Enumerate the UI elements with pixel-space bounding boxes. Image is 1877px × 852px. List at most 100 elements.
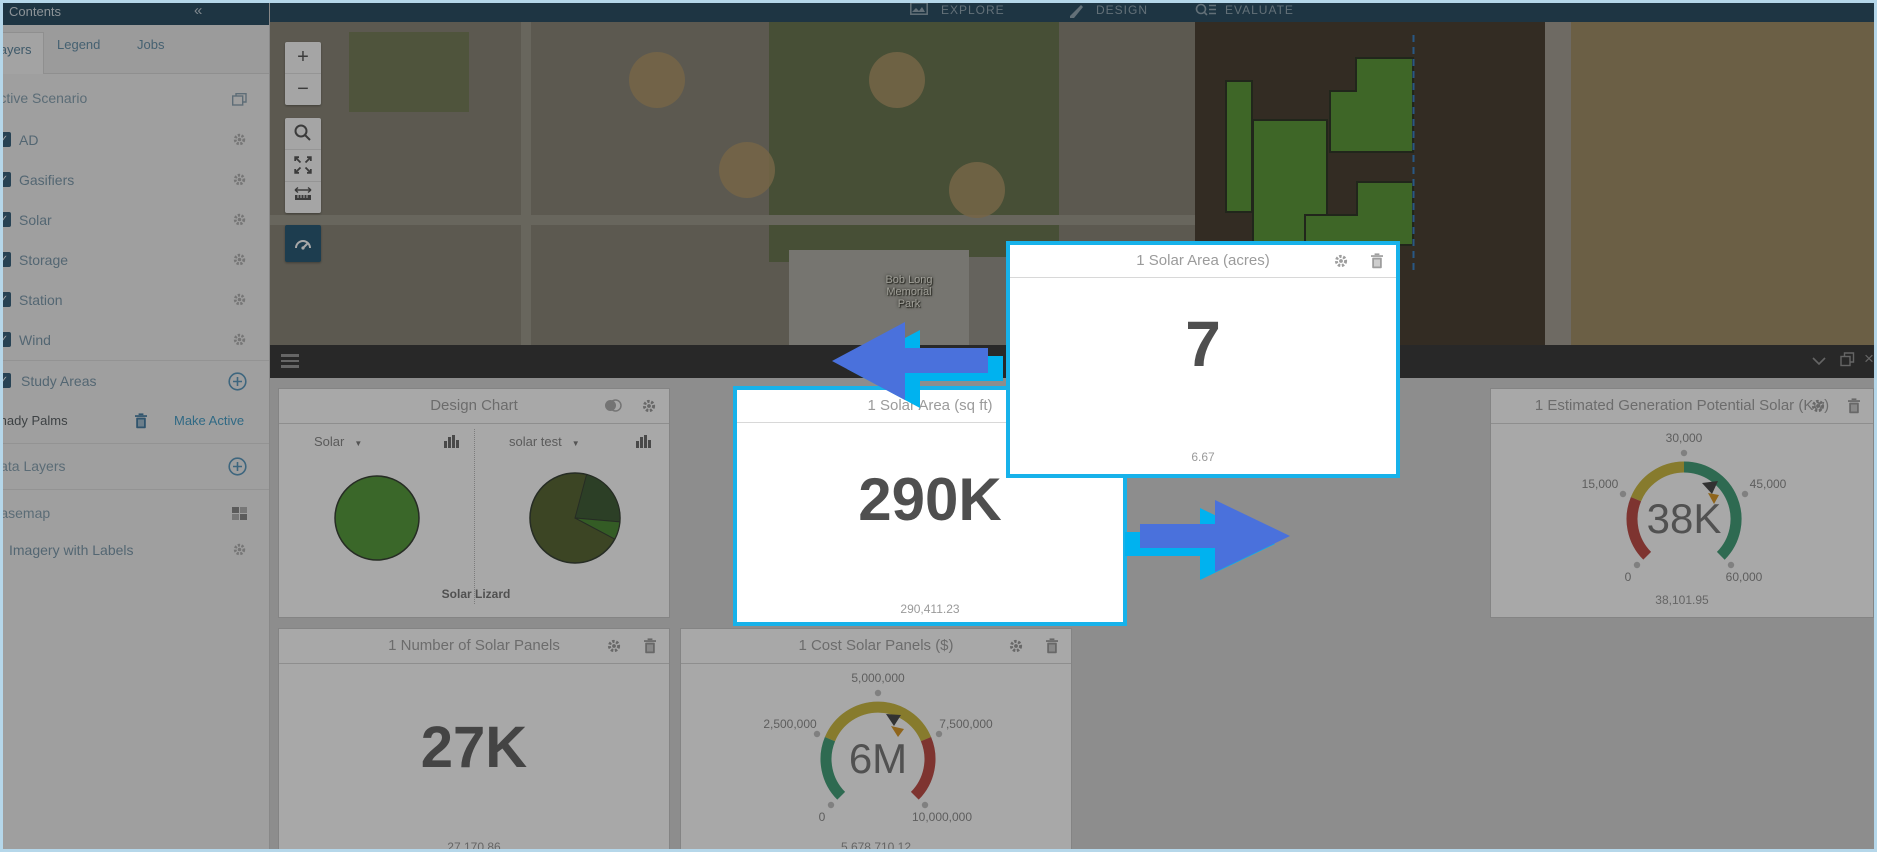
- gauge-cost: 0 2,500,000 5,000,000 7,500,000 10,000,0…: [681, 665, 1071, 825]
- make-active-link[interactable]: Make Active: [174, 411, 244, 431]
- scenario-name: Shady Palms: [0, 411, 68, 431]
- gear-icon[interactable]: [232, 212, 247, 232]
- add-study-area-button[interactable]: [228, 372, 247, 396]
- close-dashboard-button[interactable]: ×: [1864, 349, 1874, 369]
- layer-checkbox[interactable]: ✓: [0, 132, 11, 147]
- basemap-gallery-icon[interactable]: [232, 506, 248, 526]
- card-design-chart: Design Chart Solar▼ solar test▼ Solar Li…: [278, 388, 670, 618]
- measure-button[interactable]: [285, 181, 321, 213]
- pie-solar: [335, 476, 419, 560]
- bar-chart-icon[interactable]: [636, 435, 651, 453]
- trash-icon[interactable]: [643, 638, 657, 659]
- layer-checkbox[interactable]: ✓: [0, 332, 11, 347]
- panel-title: Contents: [9, 4, 61, 19]
- layer-row-wind[interactable]: ✓ Wind: [0, 330, 269, 350]
- menu-design[interactable]: DESIGN: [1096, 3, 1148, 17]
- layer-checkbox[interactable]: ✓: [0, 373, 11, 388]
- trash-icon[interactable]: [134, 413, 148, 435]
- close-icon: ×: [1864, 349, 1874, 368]
- chevron-down-icon: ▼: [354, 439, 362, 448]
- gear-icon[interactable]: [232, 132, 247, 152]
- svg-text:60,000: 60,000: [1726, 570, 1763, 584]
- tab-layers[interactable]: Layers: [0, 32, 44, 74]
- layer-checkbox[interactable]: ✓: [0, 252, 11, 267]
- map-green-patch: [349, 32, 469, 112]
- active-scenario-header: Active Scenario: [0, 88, 269, 108]
- tab-legend[interactable]: Legend: [57, 37, 100, 52]
- add-data-layer-button[interactable]: [228, 457, 247, 481]
- card-detail-value: 6.67: [1010, 450, 1396, 464]
- chevron-down-icon: ▼: [572, 439, 580, 448]
- svg-text:10,000,000: 10,000,000: [912, 810, 972, 824]
- layer-checkbox[interactable]: ✓: [0, 292, 11, 307]
- contents-tabbar: Layers Legend Jobs: [0, 25, 269, 74]
- chevron-down-icon: [1812, 357, 1826, 366]
- zoom-out-button[interactable]: −: [285, 73, 321, 105]
- collapse-panel-icon[interactable]: «: [194, 2, 202, 19]
- restore-icon: [1840, 352, 1855, 367]
- layer-checkbox[interactable]: ✓: [0, 172, 11, 187]
- gear-icon[interactable]: [232, 252, 247, 272]
- gear-icon[interactable]: [1810, 398, 1826, 419]
- gear-icon[interactable]: [232, 292, 247, 312]
- gauge-needle: [1702, 481, 1718, 494]
- gear-icon[interactable]: [232, 332, 247, 352]
- gear-icon[interactable]: [232, 172, 247, 192]
- trash-icon[interactable]: [1045, 638, 1059, 659]
- select-value: solar test: [509, 434, 562, 449]
- map-toolbox: [285, 118, 321, 213]
- section-label: Data Layers: [0, 456, 65, 476]
- card-panel-count: 1 Number of Solar Panels 27K 27,170.86: [278, 628, 670, 852]
- basemap-name: Imagery with Labels: [9, 540, 134, 560]
- card-panel-cost: 1 Cost Solar Panels ($) 0 2,500,000 5,00…: [680, 628, 1072, 852]
- card-title: 1 Solar Area (acres): [1136, 245, 1269, 277]
- menu-explore[interactable]: EXPLORE: [941, 3, 1005, 17]
- dashboard-menu-button[interactable]: [281, 354, 299, 371]
- chart-type-icon[interactable]: [604, 398, 622, 418]
- restore-dashboard-button[interactable]: [1840, 352, 1855, 372]
- layer-label: AD: [19, 130, 38, 150]
- gear-icon[interactable]: [606, 638, 622, 659]
- tab-jobs[interactable]: Jobs: [137, 37, 164, 52]
- map-place-label: Bob Long Memorial Park: [869, 274, 949, 310]
- layer-row-storage[interactable]: ✓ Storage: [0, 250, 269, 270]
- gear-icon[interactable]: [232, 542, 247, 562]
- layer-row-ad[interactable]: ✓ AD: [0, 130, 269, 150]
- card-title: 1 Number of Solar Panels: [388, 629, 560, 663]
- collapse-dashboard-button[interactable]: [1812, 353, 1826, 371]
- card-header: 1 Solar Area (acres): [1010, 245, 1396, 278]
- trash-icon[interactable]: [1370, 253, 1384, 274]
- layer-row-solar[interactable]: ✓ Solar: [0, 210, 269, 230]
- duplicate-scenario-icon[interactable]: [232, 91, 247, 111]
- card-detail-value: 38,101.95: [1491, 593, 1873, 607]
- layer-select-right[interactable]: solar test ▼: [509, 431, 580, 453]
- layer-row-gasifiers[interactable]: ✓ Gasifiers: [0, 170, 269, 190]
- card-header: 1 Cost Solar Panels ($): [681, 629, 1071, 664]
- pie-solar-test: [530, 473, 620, 563]
- gear-icon[interactable]: [1333, 253, 1349, 274]
- annotation-arrow-right: [1125, 490, 1310, 590]
- card-title: Design Chart: [430, 389, 518, 423]
- evaluate-icon: [1195, 2, 1217, 22]
- bar-chart-icon[interactable]: [444, 435, 459, 453]
- layer-label: Wind: [19, 330, 51, 350]
- gear-icon[interactable]: [1008, 638, 1024, 659]
- layer-label: Storage: [19, 250, 68, 270]
- map-tan-field: [1571, 22, 1874, 345]
- basemap-item-row[interactable]: Imagery with Labels: [0, 540, 269, 560]
- menu-evaluate[interactable]: EVALUATE: [1225, 3, 1294, 17]
- gear-icon[interactable]: [641, 398, 657, 419]
- section-label: Basemap: [0, 503, 50, 523]
- layer-row-station[interactable]: ✓ Station: [0, 290, 269, 310]
- layer-select-left[interactable]: Solar▼: [314, 431, 362, 453]
- layer-checkbox[interactable]: ✓: [0, 212, 11, 227]
- trash-icon[interactable]: [1847, 398, 1861, 419]
- map-road-vertical: [521, 22, 531, 345]
- zoom-in-button[interactable]: +: [285, 42, 321, 73]
- section-label: Active Scenario: [0, 88, 87, 108]
- study-areas-row[interactable]: ✓ Study Areas: [0, 371, 269, 391]
- dashboard-toggle-button[interactable]: [285, 225, 321, 262]
- search-button[interactable]: [285, 118, 321, 149]
- scenario-item-row[interactable]: Shady Palms Make Active: [0, 411, 269, 431]
- full-extent-button[interactable]: [285, 149, 321, 181]
